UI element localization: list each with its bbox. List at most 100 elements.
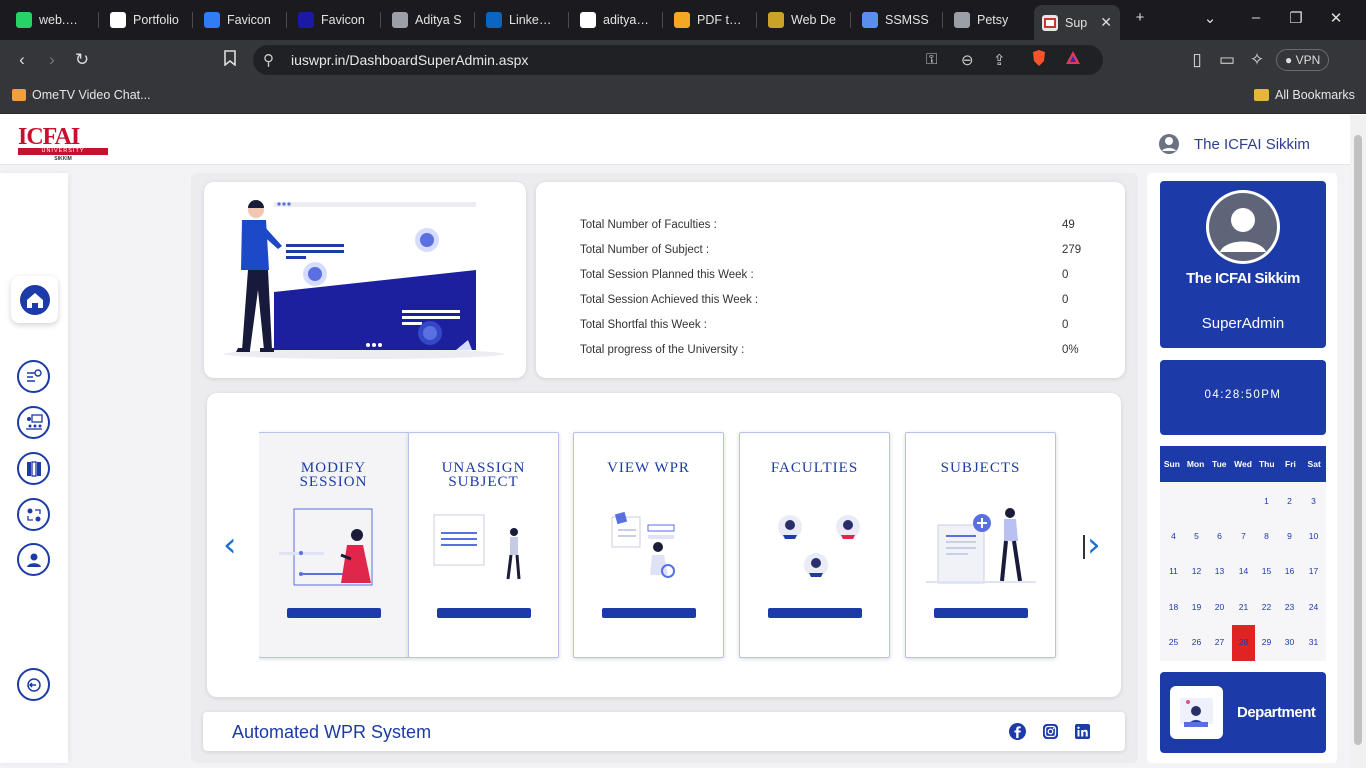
browser-tab[interactable]: Favicon [290, 5, 376, 35]
carousel-prev-button[interactable]: ‹ [223, 528, 237, 562]
profile-avatar [1206, 190, 1280, 264]
calendar-day[interactable]: 31 [1302, 637, 1325, 647]
stat-value: 0% [1062, 344, 1079, 356]
calendar-day[interactable]: 26 [1185, 637, 1208, 647]
carousel-next-button[interactable]: › [1087, 528, 1101, 562]
calendar-day[interactable]: 3 [1302, 496, 1325, 506]
calendar-day[interactable]: 4 [1162, 531, 1185, 541]
calendar-day[interactable]: 30 [1278, 637, 1301, 647]
calendar-day[interactable]: 1 [1255, 496, 1278, 506]
brave-rewards-icon[interactable] [1064, 49, 1082, 71]
calendar-day[interactable]: 6 [1208, 531, 1231, 541]
calendar-day[interactable]: 15 [1255, 566, 1278, 576]
calendar-day[interactable]: 13 [1208, 566, 1231, 576]
zoom-icon[interactable]: ⊖ [961, 51, 974, 69]
share-icon[interactable]: ⇪ [993, 51, 1006, 69]
calendar-day[interactable]: 25 [1162, 637, 1185, 647]
active-tab[interactable]: Sup ✕ [1034, 5, 1120, 40]
header-user[interactable]: The ICFAI Sikkim [1158, 133, 1310, 155]
forward-button[interactable]: › [42, 50, 62, 70]
profile-card[interactable]: The ICFAI Sikkim SuperAdmin [1160, 181, 1326, 348]
browser-tab[interactable]: Aditya S [384, 5, 470, 35]
calendar-day[interactable]: 8 [1255, 531, 1278, 541]
minimize-button[interactable]: – [1246, 9, 1266, 26]
calendar-day[interactable]: 9 [1278, 531, 1301, 541]
tab-search-chevron-icon[interactable]: ⌄ [1200, 9, 1220, 27]
address-bar[interactable]: ⚲ iuswpr.in/DashboardSuperAdmin.aspx ⚿ ⊖… [253, 45, 1103, 75]
logout-button[interactable] [17, 668, 50, 701]
brave-shield-icon[interactable] [1031, 49, 1047, 71]
home-button[interactable] [11, 276, 58, 323]
calendar-day[interactable]: 22 [1255, 602, 1278, 612]
reload-button[interactable]: ↻ [72, 50, 92, 70]
calendar-day[interactable]: 18 [1162, 602, 1185, 612]
browser-tab[interactable]: PDF to V [666, 5, 752, 35]
browser-tab[interactable]: LinkedIn [478, 5, 564, 35]
sidebar-item-classroom[interactable] [17, 406, 50, 439]
calendar-day[interactable]: 29 [1255, 637, 1278, 647]
calendar-day[interactable]: 20 [1208, 602, 1231, 612]
calendar-day[interactable]: 17 [1302, 566, 1325, 576]
stat-value: 0 [1062, 294, 1069, 306]
all-bookmarks[interactable]: All Bookmarks [1254, 88, 1355, 102]
sidebar-item-search-session[interactable] [17, 360, 50, 393]
scrollbar-thumb[interactable] [1354, 135, 1362, 745]
menu-card-button-bar[interactable] [287, 608, 381, 618]
bookmark-ometv[interactable]: OmeTV Video Chat... [12, 88, 151, 102]
sidebar-item-profile[interactable] [17, 543, 50, 576]
sidebar-item-records[interactable] [17, 452, 50, 485]
url-text[interactable]: iuswpr.in/DashboardSuperAdmin.aspx [291, 52, 528, 68]
calendar-day[interactable]: 27 [1208, 637, 1231, 647]
menu-card[interactable]: FACULTIES [739, 432, 890, 658]
page-scrollbar[interactable] [1350, 115, 1366, 768]
close-tab-icon[interactable]: ✕ [1100, 14, 1112, 31]
sidebar-item-transfer[interactable] [17, 498, 50, 531]
menu-card-button-bar[interactable] [437, 608, 531, 618]
wallet-icon[interactable]: ▭ [1217, 50, 1237, 70]
site-info-icon[interactable]: ⚲ [263, 51, 274, 69]
calendar-day[interactable]: 12 [1185, 566, 1208, 576]
calendar-day[interactable]: 23 [1278, 602, 1301, 612]
menu-card-button-bar[interactable] [934, 608, 1028, 618]
leo-ai-icon[interactable]: ✧ [1247, 50, 1267, 70]
menu-card[interactable]: SUBJECTS [905, 432, 1056, 658]
menu-card[interactable]: UNASSIGN SUBJECT [408, 432, 559, 658]
calendar-day[interactable]: 24 [1302, 602, 1325, 612]
browser-tab[interactable]: Portfolio [102, 5, 188, 35]
restore-button[interactable]: ❐ [1286, 9, 1306, 27]
calendar-day[interactable]: 5 [1185, 531, 1208, 541]
browser-tab[interactable]: Favicon [196, 5, 282, 35]
calendar-day[interactable]: 19 [1185, 602, 1208, 612]
icfai-logo[interactable]: ICFAI UNIVERSITY SIKKIM [18, 125, 108, 162]
calendar-day[interactable]: 2 [1278, 496, 1301, 506]
menu-card[interactable]: MODIFY SESSION [259, 432, 409, 658]
calendar-day[interactable]: 10 [1302, 531, 1325, 541]
new-tab-button[interactable]: + [1130, 9, 1150, 26]
instagram-icon[interactable] [1042, 723, 1059, 740]
sidebar-toggle-icon[interactable]: ▯ [1187, 50, 1207, 70]
calendar-day[interactable]: 7 [1232, 531, 1255, 541]
linkedin-icon[interactable] [1074, 723, 1091, 740]
calendar-day[interactable]: 16 [1278, 566, 1301, 576]
calendar-day[interactable]: 11 [1162, 566, 1185, 576]
browser-tab[interactable]: aditya07 [572, 5, 658, 35]
menu-card[interactable]: VIEW WPR [573, 432, 724, 658]
calendar-day[interactable]: 21 [1232, 602, 1255, 612]
browser-tab[interactable]: SSMSS [854, 5, 940, 35]
back-button[interactable]: ‹ [12, 50, 32, 70]
close-window-button[interactable]: ✕ [1326, 9, 1346, 27]
stat-value: 0 [1062, 269, 1069, 281]
stat-label: Total Number of Subject : [580, 244, 710, 256]
menu-card-button-bar[interactable] [768, 608, 862, 618]
menu-card-button-bar[interactable] [602, 608, 696, 618]
browser-tab[interactable]: web.wha [8, 5, 94, 35]
browser-tab[interactable]: Petsy [946, 5, 1032, 35]
calendar-day[interactable]: 14 [1232, 566, 1255, 576]
department-button[interactable]: Department [1160, 672, 1326, 753]
vpn-button[interactable]: ● VPN [1276, 49, 1330, 71]
calendar-day[interactable]: 28 [1232, 637, 1255, 647]
bookmark-icon[interactable] [220, 50, 240, 70]
browser-tab[interactable]: Web De [760, 5, 846, 35]
facebook-icon[interactable] [1009, 723, 1026, 740]
password-key-icon[interactable]: ⚿ [926, 51, 937, 68]
